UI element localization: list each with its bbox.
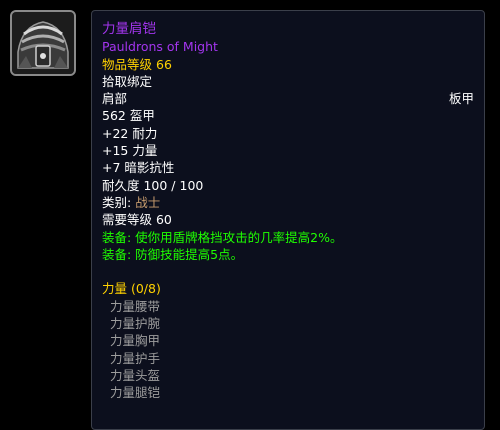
item-level-value: 66	[156, 56, 172, 72]
set-item-list: 力量腰带 力量护腕 力量胸甲 力量护手 力量头盔 力量腿铠	[102, 298, 474, 402]
item-level: 物品等级 66	[102, 56, 474, 73]
slot-text: 肩部	[102, 91, 128, 107]
required-level: 需要等级 60	[102, 212, 172, 228]
set-item-bracers[interactable]: 力量护腕	[102, 315, 474, 332]
set-title: 力量 (0/8)	[102, 281, 161, 297]
armor-value: 562 盔甲	[102, 108, 155, 124]
item-name-en: Pauldrons of Might	[102, 39, 218, 55]
equip-effect-defense: 装备: 防御技能提高5点。	[102, 246, 244, 262]
item-level-label: 物品等级	[102, 56, 153, 72]
item-name-cn: 力量肩铠	[102, 21, 156, 37]
set-item-belt[interactable]: 力量腰带	[102, 298, 474, 315]
class-requirement: 类别: 战士	[102, 194, 474, 211]
slot-row: 肩部 板甲	[102, 90, 474, 107]
equip-effect-block: 装备: 使你用盾牌格挡攻击的几率提高2%。	[102, 229, 343, 245]
class-value: 战士	[135, 194, 161, 210]
armor-type-text: 板甲	[448, 91, 474, 107]
set-item-breastplate[interactable]: 力量胸甲	[102, 332, 474, 349]
class-label: 类别:	[102, 194, 132, 210]
pauldrons-icon[interactable]	[10, 10, 76, 76]
set-item-gauntlets[interactable]: 力量护手	[102, 350, 474, 367]
stat-strength: +15 力量	[102, 143, 158, 159]
durability-text: 耐久度 100 / 100	[102, 177, 204, 193]
stat-stamina: +22 耐力	[102, 125, 158, 141]
stat-shadow-resistance: +7 暗影抗性	[102, 160, 175, 176]
set-item-legplates[interactable]: 力量腿铠	[102, 384, 474, 401]
set-item-helm[interactable]: 力量头盔	[102, 367, 474, 384]
binding-text: 拾取绑定	[102, 73, 153, 89]
item-tooltip: 力量肩铠 Pauldrons of Might 物品等级 66 拾取绑定 肩部 …	[91, 10, 485, 430]
